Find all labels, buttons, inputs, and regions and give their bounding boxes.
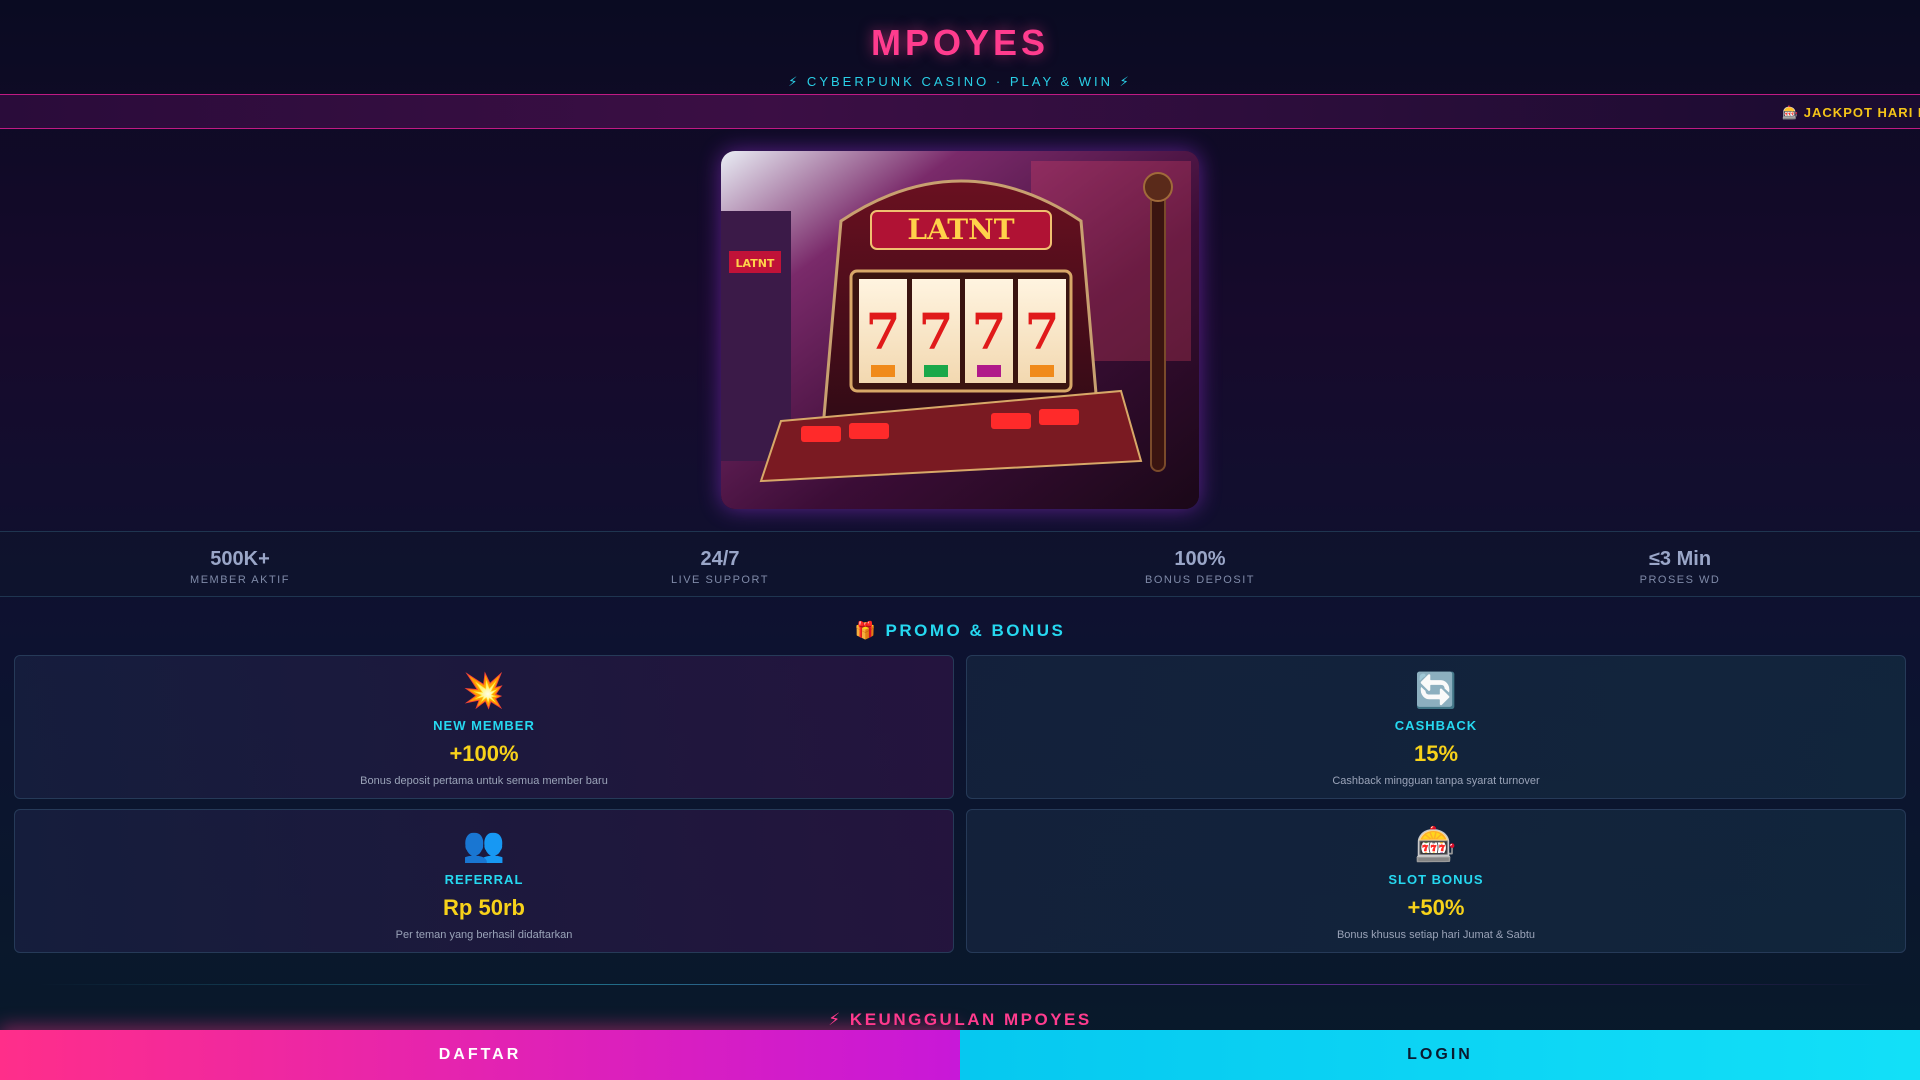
reels: 7 7 7 7 bbox=[849, 269, 1073, 393]
promo-card-cashback[interactable]: 🔄 CASHBACK 15% Cashback mingguan tanpa s… bbox=[966, 655, 1906, 799]
jackpot-ticker: 🎰 JACKPOT HARI IN bbox=[0, 94, 1920, 129]
stat-value: 500K+ bbox=[210, 548, 270, 570]
promo-card-name: NEW MEMBER bbox=[433, 718, 535, 733]
login-button[interactable]: LOGIN bbox=[960, 1030, 1920, 1080]
stat-value: ≤3 Min bbox=[1648, 548, 1712, 570]
section-divider bbox=[40, 984, 1880, 985]
promo-section-title: 🎁 PROMO & BONUS bbox=[854, 621, 1066, 640]
promo-card-value: +100% bbox=[449, 741, 519, 766]
brand-logo[interactable]: MPOYES bbox=[0, 24, 1920, 62]
header: MPOYES ⚡ CYBERPUNK CASINO · PLAY & WIN ⚡ bbox=[0, 0, 1920, 94]
stat-withdraw: ≤3 Min PROSES WD bbox=[1440, 532, 1920, 596]
reel-symbol: 7 bbox=[972, 302, 1007, 361]
stat-label: BONUS DEPOSIT bbox=[1145, 574, 1255, 586]
advantages-section-title: ⚡ KEUNGGULAN MPOYES bbox=[828, 1010, 1092, 1029]
side-machine-label: LATNT bbox=[736, 257, 775, 270]
promo-card-name: SLOT BONUS bbox=[1388, 872, 1484, 887]
stat-label: MEMBER AKTIF bbox=[190, 574, 290, 586]
promo-card-desc: Bonus khusus setiap hari Jumat & Sabtu bbox=[1336, 929, 1536, 941]
daftar-button[interactable]: DAFTAR bbox=[0, 1030, 960, 1080]
people-icon: 👥 bbox=[462, 826, 506, 864]
promo-card-name: REFERRAL bbox=[444, 872, 524, 887]
promo-card-value: 15% bbox=[1413, 741, 1459, 766]
ticker-text: 🎰 JACKPOT HARI IN bbox=[1782, 105, 1920, 120]
promo-card-name: CASHBACK bbox=[1394, 718, 1478, 733]
reel-symbol: 7 bbox=[866, 302, 901, 361]
explosion-icon: 💥 bbox=[462, 672, 506, 710]
stat-label: PROSES WD bbox=[1639, 574, 1721, 586]
stats-bar: 500K+ MEMBER AKTIF 24/7 LIVE SUPPORT 100… bbox=[0, 531, 1920, 597]
stat-support: 24/7 LIVE SUPPORT bbox=[480, 532, 960, 596]
promo-card-desc: Bonus deposit pertama untuk semua member… bbox=[360, 775, 608, 787]
promo-card-desc: Per teman yang berhasil didaftarkan bbox=[395, 929, 573, 941]
promo-card-referral[interactable]: 👥 REFERRAL Rp 50rb Per teman yang berhas… bbox=[14, 809, 954, 953]
tagline: ⚡ CYBERPUNK CASINO · PLAY & WIN ⚡ bbox=[788, 74, 1132, 89]
stat-bonus: 100% BONUS DEPOSIT bbox=[960, 532, 1440, 596]
promo-card-value: Rp 50rb bbox=[443, 895, 525, 920]
bottom-action-bar: DAFTAR LOGIN bbox=[0, 1030, 1920, 1080]
stat-value: 24/7 bbox=[700, 548, 740, 570]
reel-symbol: 7 bbox=[1025, 302, 1060, 361]
promo-card-slot-bonus[interactable]: 🎰 SLOT BONUS +50% Bonus khusus setiap ha… bbox=[966, 809, 1906, 953]
slot-machine-image: LATNT LATNT 7 7 7 7 bbox=[721, 151, 1199, 509]
machine-lever bbox=[1150, 190, 1166, 472]
stat-label: LIVE SUPPORT bbox=[671, 574, 769, 586]
stat-value: 100% bbox=[1174, 548, 1226, 570]
promo-card-value: +50% bbox=[1407, 895, 1465, 920]
refresh-icon: 🔄 bbox=[1414, 672, 1458, 710]
reel-symbol: 7 bbox=[919, 302, 954, 361]
promo-card-desc: Cashback mingguan tanpa syarat turnover bbox=[1332, 775, 1540, 787]
promo-grid: 💥 NEW MEMBER +100% Bonus deposit pertama… bbox=[14, 655, 1906, 953]
promo-card-new-member[interactable]: 💥 NEW MEMBER +100% Bonus deposit pertama… bbox=[14, 655, 954, 799]
hero-banner: LATNT LATNT 7 7 7 7 bbox=[721, 151, 1199, 509]
machine-label: LATNT bbox=[907, 213, 1014, 246]
slot-machine-icon: 🎰 bbox=[1414, 826, 1458, 864]
stat-members: 500K+ MEMBER AKTIF bbox=[0, 532, 480, 596]
